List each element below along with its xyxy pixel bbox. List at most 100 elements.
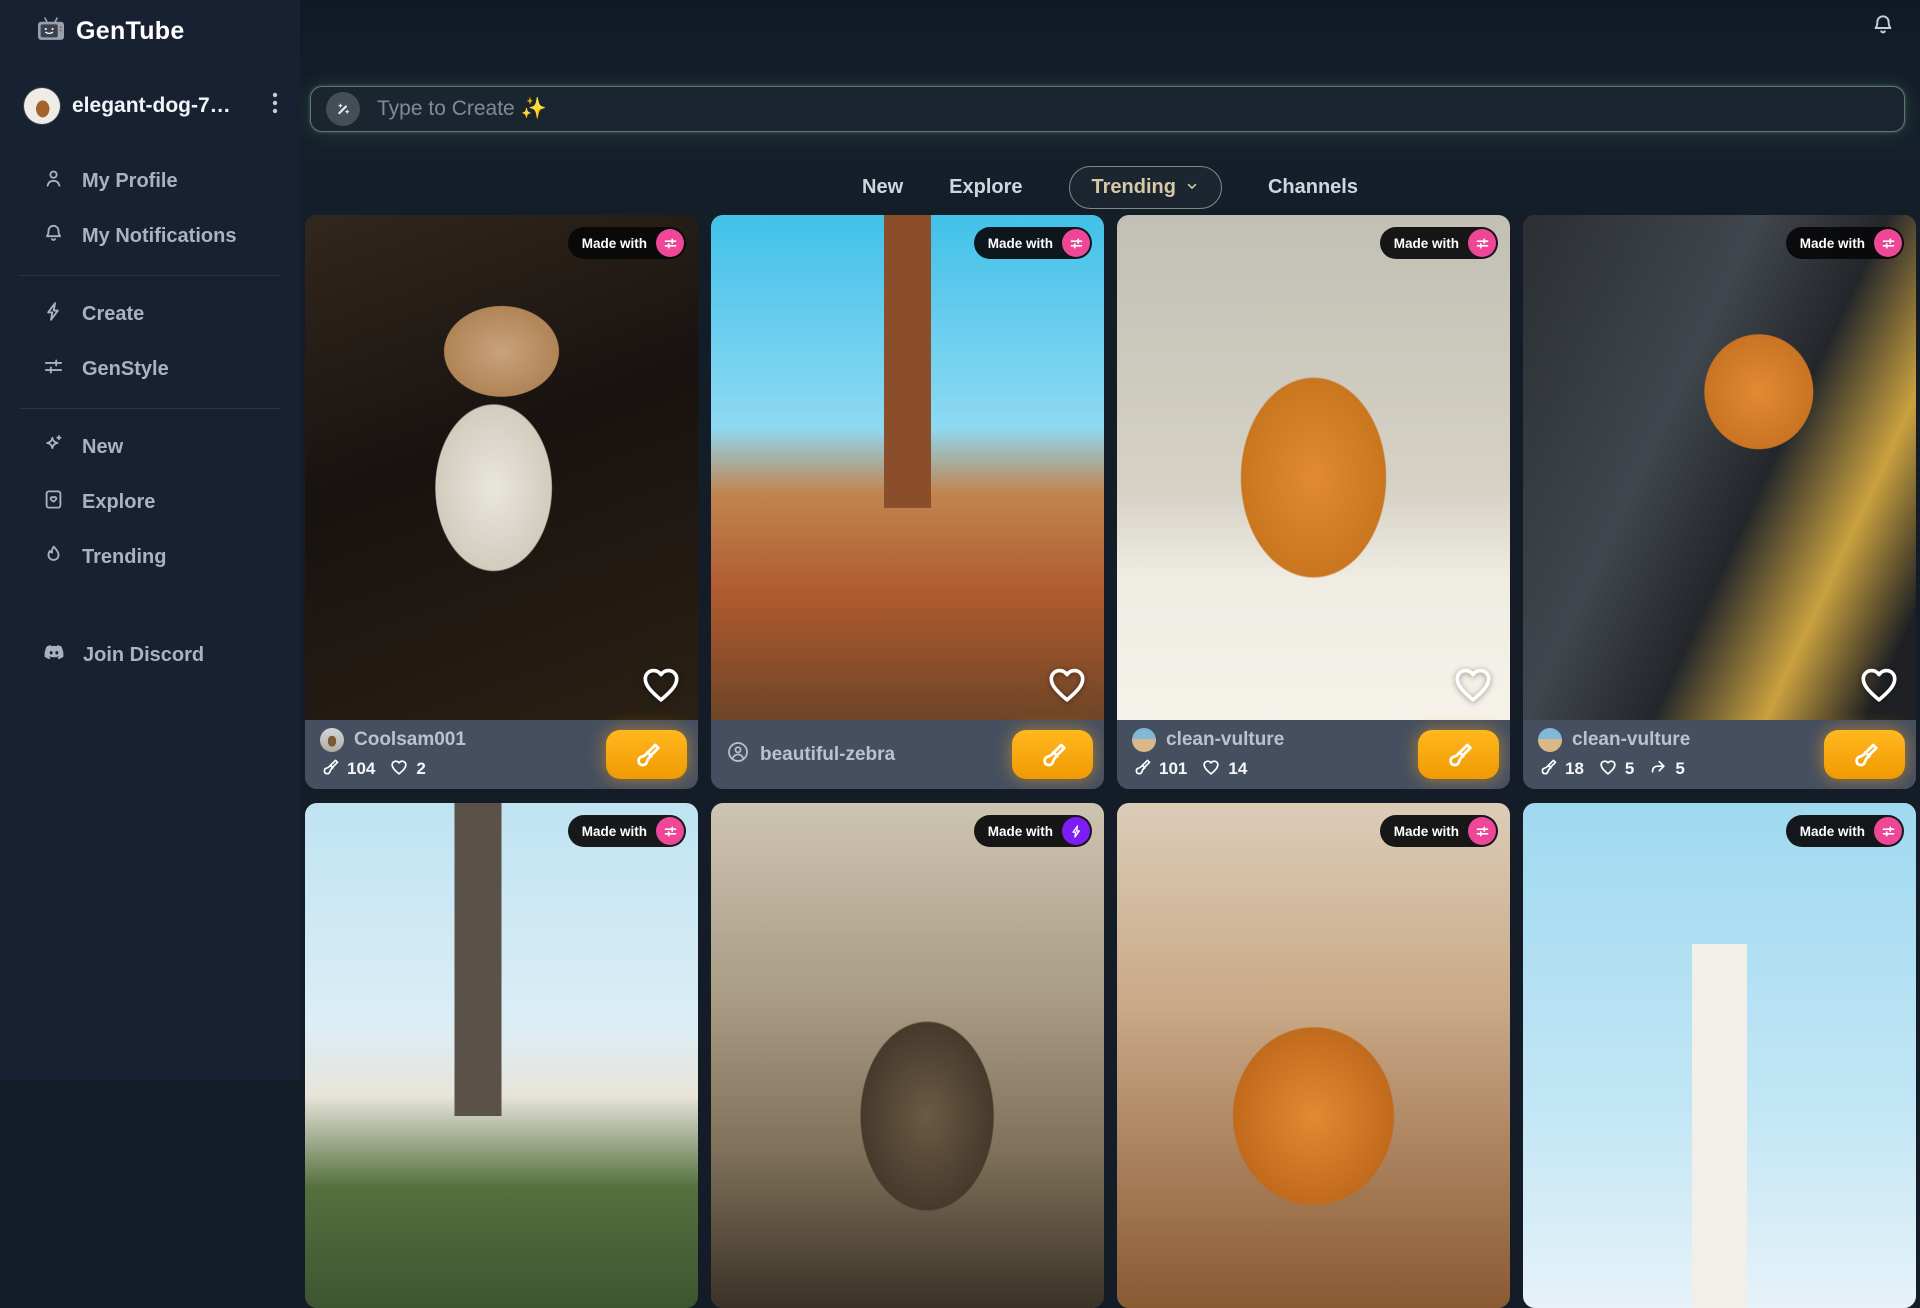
made-with-badge[interactable]: Made with xyxy=(568,227,686,259)
sidebar-item-create[interactable]: Create xyxy=(0,287,300,342)
sidebar-item-label: Join Discord xyxy=(83,644,204,667)
card-stats: 101 14 xyxy=(1132,757,1410,782)
card-author[interactable]: beautiful-zebra xyxy=(726,740,1004,770)
sidebar-item-label: New xyxy=(82,436,123,459)
like-heart-icon[interactable] xyxy=(1450,661,1496,712)
generated-image[interactable]: Made with xyxy=(711,215,1104,720)
sidebar-item-label: My Profile xyxy=(82,170,178,193)
generated-image[interactable]: Made with xyxy=(711,803,1104,1308)
tab-trending[interactable]: Trending xyxy=(1069,166,1222,209)
remix-button[interactable] xyxy=(606,730,687,779)
user-account-row[interactable]: elegant-dog-7… xyxy=(0,47,300,124)
card-stats: 104 2 xyxy=(320,757,598,782)
made-with-badge[interactable]: Made with xyxy=(1380,227,1498,259)
like-count-value: 14 xyxy=(1228,759,1247,779)
share-count-value: 5 xyxy=(1675,759,1684,779)
made-with-label: Made with xyxy=(988,824,1053,839)
sidebar-item-join-discord[interactable]: Join Discord xyxy=(0,627,300,683)
person-icon xyxy=(42,167,65,196)
remix-button[interactable] xyxy=(1012,730,1093,779)
person-circle-icon xyxy=(726,740,750,770)
remix-count-value: 104 xyxy=(347,759,375,779)
made-with-badge[interactable]: Made with xyxy=(1786,815,1904,847)
generated-image[interactable]: Made with xyxy=(1523,803,1916,1308)
card-author[interactable]: Coolsam001 xyxy=(320,728,598,752)
user-avatar xyxy=(24,88,60,124)
search-input[interactable] xyxy=(375,96,1889,122)
made-with-badge[interactable]: Made with xyxy=(568,815,686,847)
sidebar-item-label: Trending xyxy=(82,546,166,569)
made-with-label: Made with xyxy=(1800,236,1865,251)
sidebar-item-my-profile[interactable]: My Profile xyxy=(0,154,300,209)
heart-icon xyxy=(1201,757,1221,782)
remix-button[interactable] xyxy=(1418,730,1499,779)
made-with-badge[interactable]: Made with xyxy=(974,815,1092,847)
like-heart-icon[interactable] xyxy=(638,661,684,712)
image-card[interactable]: Made with xyxy=(1523,803,1916,1308)
card-author[interactable]: clean-vulture xyxy=(1132,728,1410,752)
like-count: 14 xyxy=(1201,757,1247,782)
made-with-badge[interactable]: Made with xyxy=(1786,227,1904,259)
sidebar-item-new[interactable]: New xyxy=(0,420,300,475)
image-card[interactable]: Made with Coolsam001 104 xyxy=(305,215,698,789)
made-with-badge[interactable]: Made with xyxy=(974,227,1092,259)
image-card[interactable]: Made with xyxy=(711,803,1104,1308)
card-author[interactable]: clean-vulture xyxy=(1538,728,1816,752)
image-card[interactable]: Made with xyxy=(305,803,698,1308)
author-name: beautiful-zebra xyxy=(760,744,895,766)
image-card-grid: Made with Coolsam001 104 xyxy=(305,215,1917,1308)
kebab-menu-icon[interactable] xyxy=(266,87,284,124)
tab-explore[interactable]: Explore xyxy=(949,176,1022,199)
sidebar-divider xyxy=(20,275,280,276)
heart-icon xyxy=(389,757,409,782)
tv-icon xyxy=(36,16,66,47)
card-info-bar: clean-vulture 18 5 5 xyxy=(1523,720,1916,789)
sidebar-item-trending[interactable]: Trending xyxy=(0,530,300,585)
sliders-icon xyxy=(1874,817,1902,845)
like-count: 5 xyxy=(1598,757,1634,782)
remix-button[interactable] xyxy=(1824,730,1905,779)
made-with-label: Made with xyxy=(582,824,647,839)
generated-image[interactable]: Made with xyxy=(1117,215,1510,720)
made-with-label: Made with xyxy=(988,236,1053,251)
paintbrush-icon xyxy=(1132,757,1152,782)
author-name: Coolsam001 xyxy=(354,729,466,751)
main-content: New Explore Trending Channels Made with xyxy=(300,0,1920,1080)
sidebar-item-my-notifications[interactable]: My Notifications xyxy=(0,209,300,264)
like-count-value: 2 xyxy=(416,759,425,779)
author-name: clean-vulture xyxy=(1572,729,1690,751)
app-logo[interactable]: GenTube xyxy=(0,0,300,47)
author-avatar xyxy=(1538,728,1562,752)
image-card[interactable]: Made with xyxy=(1117,803,1510,1308)
image-card[interactable]: Made with clean-vulture 101 xyxy=(1117,215,1510,789)
sliders-icon xyxy=(1468,817,1496,845)
author-name: clean-vulture xyxy=(1166,729,1284,751)
tab-new[interactable]: New xyxy=(862,176,903,199)
card-info-bar: beautiful-zebra xyxy=(711,720,1104,789)
sidebar-item-genstyle[interactable]: GenStyle xyxy=(0,342,300,397)
made-with-badge[interactable]: Made with xyxy=(1380,815,1498,847)
magic-wand-icon xyxy=(326,92,360,126)
image-card[interactable]: Made with clean-vulture 18 xyxy=(1523,215,1916,789)
like-heart-icon[interactable] xyxy=(1044,661,1090,712)
remix-count-value: 18 xyxy=(1565,759,1584,779)
like-heart-icon[interactable] xyxy=(1856,661,1902,712)
app-title: GenTube xyxy=(76,17,185,46)
sidebar-item-label: Explore xyxy=(82,491,155,514)
generated-image[interactable]: Made with xyxy=(305,215,698,720)
generated-image[interactable]: Made with xyxy=(1523,215,1916,720)
made-with-label: Made with xyxy=(1394,236,1459,251)
sliders-icon xyxy=(42,355,65,384)
prompt-search-bar[interactable] xyxy=(310,86,1905,132)
notifications-bell-icon[interactable] xyxy=(1870,12,1896,43)
sidebar-spacer xyxy=(0,585,300,627)
sidebar-item-explore[interactable]: Explore xyxy=(0,475,300,530)
remix-count: 18 xyxy=(1538,757,1584,782)
generated-image[interactable]: Made with xyxy=(305,803,698,1308)
generated-image[interactable]: Made with xyxy=(1117,803,1510,1308)
image-card[interactable]: Made with beautiful-zebra xyxy=(711,215,1104,789)
tab-channels[interactable]: Channels xyxy=(1268,176,1358,199)
sidebar-item-label: GenStyle xyxy=(82,358,169,381)
author-avatar xyxy=(1132,728,1156,752)
tab-trending-label: Trending xyxy=(1092,176,1176,199)
